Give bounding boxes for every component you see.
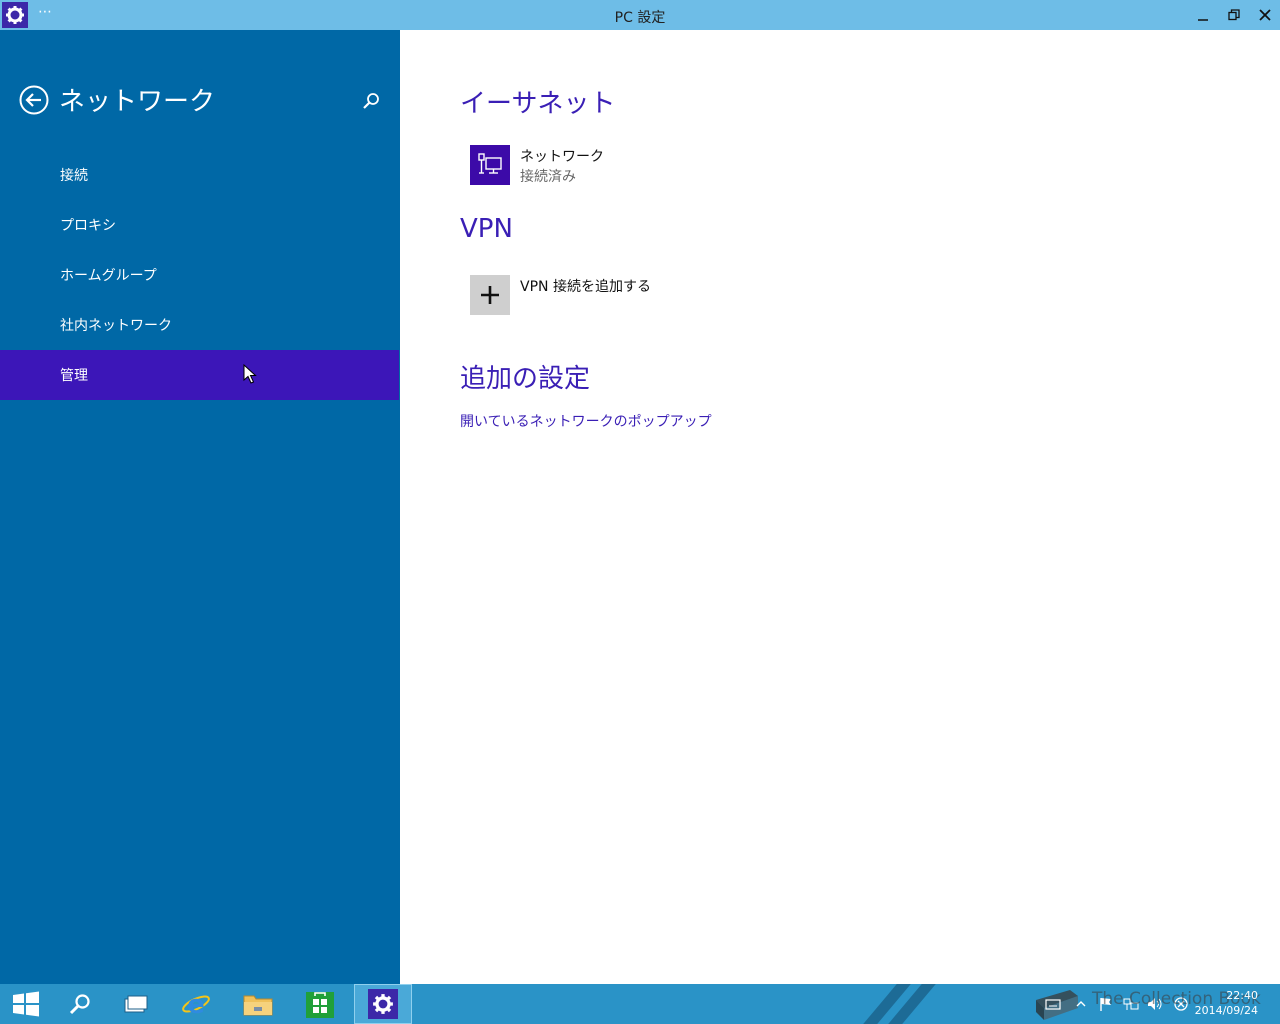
- minimize-button[interactable]: [1192, 5, 1214, 25]
- additional-settings-heading: 追加の設定: [460, 364, 591, 394]
- search-icon: [363, 93, 379, 109]
- main-content: イーサネット ネットワーク 接続済み VPN VPN 接続を追加する 追加の設定…: [400, 30, 1280, 984]
- back-arrow-icon: [19, 85, 49, 115]
- title-bar: ⋯ PC 設定: [0, 0, 1280, 30]
- ethernet-network-name[interactable]: ネットワーク: [520, 146, 604, 166]
- sidebar-item-connections[interactable]: 接続: [0, 150, 399, 200]
- ethernet-network-tile[interactable]: [470, 145, 510, 185]
- show-hidden-icons-chevron-icon[interactable]: [1073, 996, 1089, 1012]
- internet-explorer-button[interactable]: e: [170, 984, 222, 1024]
- sidebar-item-management[interactable]: 管理: [0, 350, 399, 400]
- sidebar-item-label: 管理: [60, 368, 88, 384]
- sidebar-item-label: 社内ネットワーク: [60, 318, 172, 334]
- mouse-cursor-icon: [243, 363, 257, 388]
- close-icon: [1259, 9, 1271, 21]
- sidebar-item-label: プロキシ: [60, 218, 116, 234]
- add-vpn-label[interactable]: VPN 接続を追加する: [520, 276, 651, 296]
- start-button[interactable]: [0, 984, 52, 1024]
- store-button[interactable]: [294, 984, 346, 1024]
- restore-icon: [1228, 9, 1240, 21]
- ethernet-heading: イーサネット: [460, 89, 616, 119]
- windows-logo-icon: [13, 991, 39, 1017]
- window-title: PC 設定: [614, 10, 666, 26]
- sidebar: ネットワーク 接続 プロキシ ホームグループ 社内ネットワーク 管理: [0, 30, 400, 984]
- ethernet-icon: [478, 153, 502, 174]
- minimize-icon: [1198, 19, 1208, 21]
- restore-button[interactable]: [1223, 5, 1245, 25]
- plus-icon: [481, 286, 499, 304]
- taskbar-search-button[interactable]: [54, 984, 106, 1024]
- search-button[interactable]: [361, 91, 381, 111]
- taskbar-clock[interactable]: 22:40 2014/09/24: [1195, 988, 1258, 1018]
- pc-settings-app-tile: [368, 989, 398, 1019]
- sidebar-item-label: ホームグループ: [60, 268, 157, 284]
- clock-time: 22:40: [1226, 989, 1258, 1002]
- sidebar-item-proxy[interactable]: プロキシ: [0, 200, 399, 250]
- vpn-heading: VPN: [460, 214, 513, 244]
- sidebar-item-label: 接続: [60, 168, 88, 184]
- task-view-icon: [124, 995, 148, 1013]
- svg-text:e: e: [187, 990, 205, 1019]
- store-icon: [306, 992, 334, 1018]
- sidebar-title: ネットワーク: [59, 87, 216, 117]
- ethernet-network-status: 接続済み: [520, 169, 576, 185]
- sidebar-item-workplace[interactable]: 社内ネットワーク: [0, 300, 399, 350]
- pc-settings-taskbar-button[interactable]: [354, 984, 412, 1024]
- back-button[interactable]: [19, 85, 49, 115]
- taskbar: e The Collection Book 22:40 2014/09/24: [0, 984, 1280, 1024]
- sidebar-item-homegroup[interactable]: ホームグループ: [0, 250, 399, 300]
- gear-icon: [373, 994, 393, 1014]
- clock-date: 2014/09/24: [1194, 1004, 1258, 1017]
- task-view-button[interactable]: [110, 984, 162, 1024]
- search-icon: [69, 994, 90, 1015]
- keyboard-tray-icon[interactable]: [1045, 996, 1061, 1012]
- internet-explorer-icon: e: [182, 990, 210, 1019]
- folder-icon: [243, 995, 273, 1016]
- open-network-flyout-link[interactable]: 開いているネットワークのポップアップ: [460, 411, 712, 431]
- file-explorer-button[interactable]: [232, 984, 284, 1024]
- close-button[interactable]: [1254, 5, 1276, 25]
- add-vpn-button[interactable]: [470, 275, 510, 315]
